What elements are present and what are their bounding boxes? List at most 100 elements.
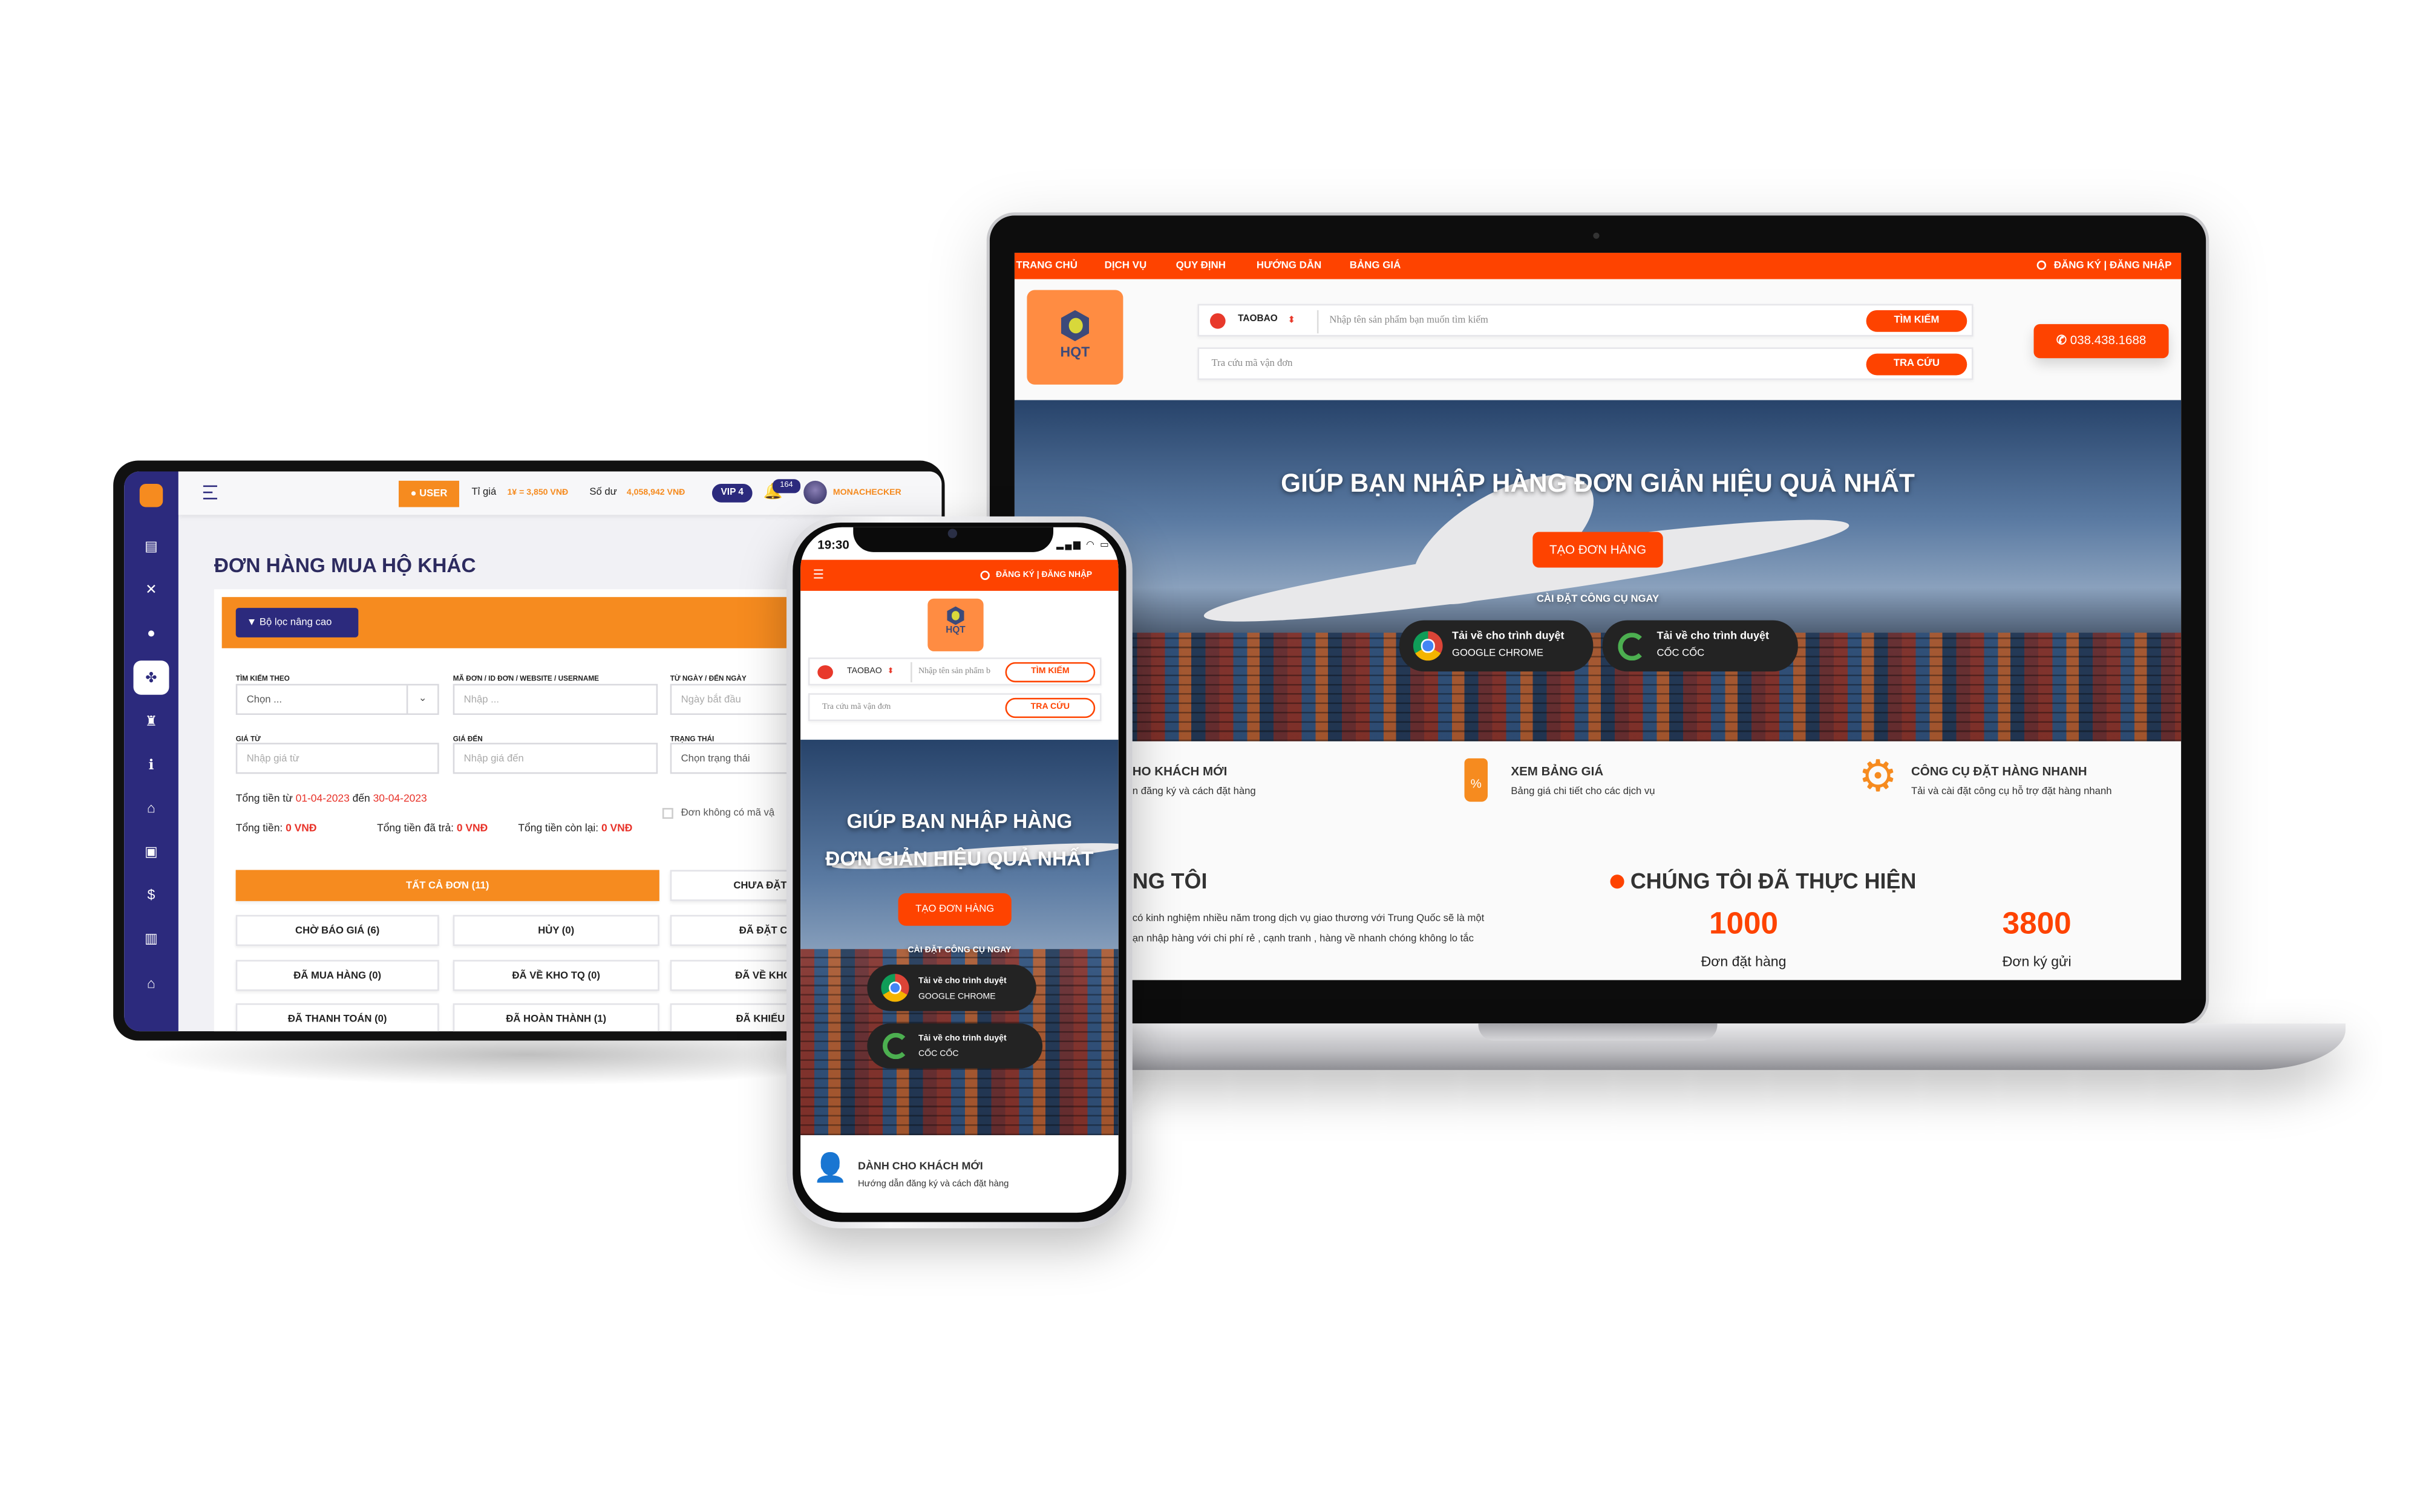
logo-text: HQT [946,626,966,636]
nav-home[interactable]: TRANG CHỦ [1016,261,1077,272]
field-label: TỪ NGÀY / ĐẾN NGÀY [670,674,747,683]
advanced-filter-button[interactable]: ▼ Bộ lọc nâng cao [235,608,359,637]
select-value: Chọn ... [246,694,283,706]
chrome-download-button[interactable]: Tải về cho trình duyệt GOOGLE CHROME [1399,620,1594,672]
nav-services[interactable]: DỊCH VỤ [1105,261,1147,272]
menu-icon[interactable]: ☰ [813,569,824,582]
product-search-bar: TAOBAO ⬍ Nhập tên sản phẩm bạn muốn tìm … [1197,304,1974,337]
phone-screen: 19:30 ▂▄▆ ◠ ▭ ☰ ĐĂNG KÝ | ĐĂNG NHẬP HQT … [800,527,1119,1213]
order-id-input[interactable]: Nhập ... [453,683,658,715]
status-button[interactable]: CHỜ BÁO GIÁ (6) [235,914,439,947]
nav-guide[interactable]: HƯỚNG DẪN [1257,261,1321,272]
chrome-icon [1413,631,1443,661]
total-amount: Tổng tiền: 0 VNĐ [236,824,317,835]
sidebar: ▤ ✕ ● ✤ ♜ ℹ ⌂ ▣ $ ▥ ⌂ [124,471,178,1032]
status-button[interactable]: ĐÃ HOÀN THÀNH (1) [453,1003,659,1032]
tools-icon[interactable]: ✕ [141,582,161,598]
tool-line1: Tải về cho trình duyệt [1656,631,1769,642]
home-icon[interactable]: ⌂ [141,976,161,991]
hotline-button[interactable]: ✆ 038.438.1688 [2033,324,2169,359]
hero-title-line: GIÚP BẠN NHẬP HÀNG [846,809,1073,833]
stat-value: 3800 [2002,907,2072,942]
search-by-select[interactable]: Chọn ... ⌄ [235,683,439,715]
feature-desc: Hướng dẫn đăng ký và cách đặt hàng [857,1180,1009,1190]
package-icon[interactable]: ▣ [141,844,161,859]
feature-desc: n đăng ký và cách đặt hàng [1132,786,1256,797]
warehouse-icon[interactable]: ⌂ [141,800,161,816]
logo-icon[interactable] [139,483,163,507]
create-order-button[interactable]: TẠO ĐƠN HÀNG [1532,532,1663,568]
price-from-input[interactable]: Nhập giá từ [235,743,439,774]
range-from: 01-04-2023 [295,793,350,805]
range-to: 30-04-2023 [373,793,427,805]
users-icon[interactable]: ● [141,625,161,640]
notification-count: 164 [772,479,801,494]
username[interactable]: MONACHECKER [833,489,901,498]
status-button[interactable]: ĐÃ THANH TOÁN (0) [235,1003,439,1032]
tools-label: CÀI ĐẶT CÔNG CỤ NGAY [908,946,1012,956]
list-icon[interactable]: ▤ [141,538,161,554]
chart-icon[interactable]: ▥ [141,930,161,946]
nav-pricing[interactable]: BẢNG GIÁ [1350,261,1401,272]
total-paid: Tổng tiền đã trả: 0 VNĐ [377,824,488,835]
field-label: TRẠNG THÁI [670,735,715,743]
tracking-input[interactable]: Tra cứu mã vận đơn [1212,358,1293,369]
coccoc-download-button[interactable]: Tải về cho trình duyệt CỐC CỐC [867,1023,1043,1069]
user-icon [980,570,990,580]
platform-select[interactable]: TAOBAO [1238,315,1278,324]
create-order-button[interactable]: TẠO ĐƠN HÀNG [898,893,1012,926]
no-tracking-checkbox[interactable] [662,807,673,819]
product-search-input[interactable]: Nhập tên sản phẩm bạn muốn tìm kiếm [1329,315,1488,326]
product-search-bar: TAOBAO ⬍ Nhập tên sản phẩm b TÌM KIẾM [808,657,1102,686]
user-label: USER [419,488,448,500]
price-to-input[interactable]: Nhập giá đến [453,743,658,774]
search-button[interactable]: TÌM KIẾM [1005,662,1096,683]
product-search-input[interactable]: Nhập tên sản phẩm b [918,667,990,676]
status-button[interactable]: ĐÃ VỀ KHO TQ (0) [453,960,659,991]
logo-hex-icon [947,606,964,625]
total-range: Tổng tiền từ 01-04-2023 đến 30-04-2023 [236,794,427,805]
status-button[interactable]: ĐÃ MUA HÀNG (0) [235,960,439,991]
coccoc-icon [1618,633,1646,661]
about-text-line: ạn nhập hàng với chi phí rẻ , cạnh tranh… [1132,933,1474,945]
feature-title[interactable]: HO KHÁCH MỚI [1133,764,1228,778]
feature-title[interactable]: XEM BẢNG GIÁ [1511,764,1603,778]
person-cart-icon[interactable]: ♜ [141,713,161,729]
divider [1316,310,1319,334]
phone-icon: ✆ [2056,333,2070,348]
field-label: MÃ ĐƠN / ID ĐƠN / WEBSITE / USERNAME [453,674,600,683]
coccoc-download-button[interactable]: Tải về cho trình duyệt CỐC CỐC [1602,620,1798,672]
user-icon [2036,260,2047,270]
tracking-input[interactable]: Tra cứu mã vận đơn [822,703,891,712]
new-customer-icon: 👤 [813,1152,848,1184]
avatar[interactable] [803,480,827,504]
tracking-button[interactable]: TRA CỨU [1005,697,1096,719]
info-icon[interactable]: ℹ [141,757,161,772]
site-logo[interactable]: HQT [927,598,984,651]
feature-title[interactable]: DÀNH CHO KHÁCH MỚI [858,1162,983,1173]
auth-link[interactable]: ĐĂNG KÝ | ĐĂNG NHẬP [2054,261,2172,272]
platform-select[interactable]: TAOBAO [847,667,882,676]
vip-badge: VIP 4 [711,483,753,503]
user-role-button[interactable]: ● USER [398,480,459,507]
total-label: Tổng tiền đã trả: [377,823,454,835]
status-all-button[interactable]: TẤT CẢ ĐƠN (11) [235,870,659,901]
tracking-button[interactable]: TRA CỨU [1866,353,1967,376]
site-logo[interactable]: HQT [1027,290,1123,385]
divider [911,662,912,683]
search-button[interactable]: TÌM KIẾM [1866,310,1967,332]
chrome-icon [881,974,909,1002]
checkbox-label: Đơn không có mã vậ [681,807,775,819]
globe-icon [1610,875,1624,889]
chrome-download-button[interactable]: Tải về cho trình duyệt GOOGLE CHROME [867,964,1036,1011]
feature-title[interactable]: CÔNG CỤ ĐẶT HÀNG NHANH [1911,764,2087,778]
stat-label: Đơn ký gửi [2002,953,2072,969]
money-hand-icon[interactable]: $ [141,887,161,903]
auth-link[interactable]: ĐĂNG KÝ | ĐĂNG NHẬP [996,571,1092,580]
total-remaining: Tổng tiền còn lại: 0 VNĐ [518,824,632,835]
menu-toggle-icon[interactable] [203,485,217,500]
filter-label: Bộ lọc nâng cao [259,617,332,628]
total-label: Tổng tiền còn lại: [518,823,599,835]
status-button[interactable]: HỦY (0) [453,914,659,947]
nav-rules[interactable]: QUY ĐỊNH [1176,261,1226,272]
